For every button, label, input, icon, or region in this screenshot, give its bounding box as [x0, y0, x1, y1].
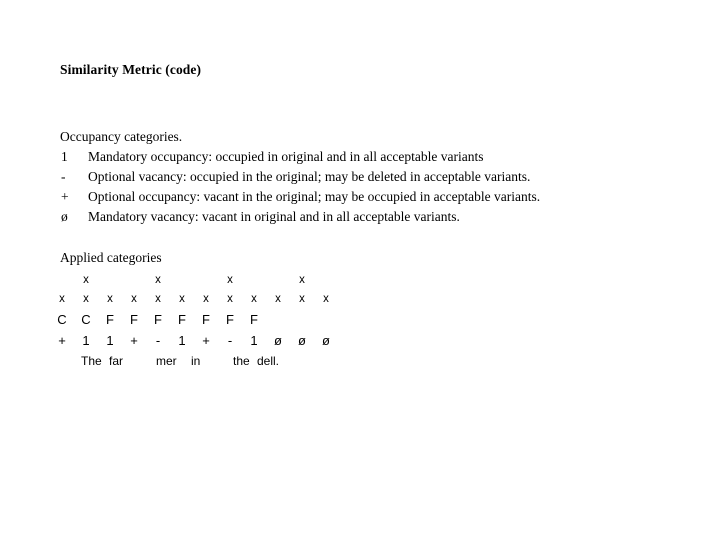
cf-cell: F — [130, 312, 138, 327]
lyric-syllable: far — [109, 354, 124, 368]
code-cell: + — [202, 333, 210, 348]
code-cell: 1 — [82, 333, 90, 348]
cf-cell: F — [106, 312, 114, 327]
position-mark: x — [107, 293, 113, 305]
occupancy-row: ø Mandatory vacancy: vacant in original … — [60, 207, 660, 227]
occupancy-marker: ø — [61, 209, 68, 224]
occupancy-description: Optional occupancy: vacant in the origin… — [88, 189, 541, 204]
occupancy-marker: 1 — [61, 149, 68, 164]
code-cell: 1 — [178, 333, 186, 348]
position-mark: x — [323, 293, 329, 305]
occupancy-marker: - — [61, 169, 66, 184]
position-mark: x — [299, 293, 305, 305]
applied-categories-heading: Applied categories — [60, 250, 162, 265]
code-cell: - — [227, 333, 233, 348]
page-title: Similarity Metric (code) — [60, 62, 202, 77]
code-cell: + — [130, 333, 138, 348]
position-mark: x — [83, 293, 89, 305]
cf-cell: C — [81, 312, 91, 327]
occupancy-heading: Occupancy categories. — [60, 129, 183, 144]
position-mark: x — [203, 293, 209, 305]
code-cell: ø — [298, 333, 306, 348]
position-mark: x — [131, 293, 137, 305]
cf-cell: F — [202, 312, 210, 327]
occupancy-row: + Optional occupancy: vacant in the orig… — [60, 187, 660, 207]
occupancy-row: - Optional vacancy: occupied in the orig… — [60, 167, 660, 187]
grid-row-lyric: The far mer in the dell. — [60, 351, 279, 371]
cf-cell: F — [250, 312, 258, 327]
position-mark: x — [275, 293, 281, 305]
cf-cell: F — [226, 312, 234, 327]
stress-mark: x — [83, 274, 89, 286]
cf-cell: F — [178, 312, 186, 327]
occupancy-description: Mandatory occupancy: occupied in origina… — [88, 149, 484, 164]
stress-mark: x — [155, 274, 161, 286]
stress-mark: x — [299, 274, 305, 286]
lyric-syllable: The — [81, 354, 102, 368]
code-cell: + — [58, 333, 66, 348]
grid-row-cf: CCFFFFFFF — [57, 309, 258, 330]
lyric-syllable: in — [191, 354, 201, 368]
grid-row-position-marks: xxxxxxxxxxxx — [59, 289, 329, 309]
lyric-syllable: mer — [156, 354, 177, 368]
occupancy-description: Optional vacancy: occupied in the origin… — [88, 169, 531, 184]
occupancy-categories-section: Occupancy categories. 1 Mandatory occupa… — [60, 127, 660, 227]
grid-row-codes: +1 1 + - 1 + - 1 ø ø ø — [58, 330, 330, 351]
occupancy-grid: xxxx xxxxxxxxxxxx CCFFFFFFF +1 1 + -1 + -1 ø ø ø… — [57, 271, 330, 371]
grid-row-stress-marks: xxxx — [60, 271, 305, 289]
position-mark: x — [227, 293, 233, 305]
occupancy-description: Mandatory vacancy: vacant in original an… — [88, 209, 460, 224]
code-cell: ø — [322, 333, 330, 348]
code-cell: - — [155, 333, 161, 348]
lyric-syllable: dell. — [257, 354, 280, 368]
position-mark: x — [155, 293, 161, 305]
position-mark: x — [179, 293, 185, 305]
occupancy-marker: + — [61, 189, 69, 204]
cf-cell: C — [57, 312, 67, 327]
code-cell: 1 — [106, 333, 114, 348]
position-mark: x — [59, 293, 65, 305]
lyric-syllable: the — [233, 354, 250, 368]
code-cell: ø — [274, 333, 282, 348]
applied-categories-section: Applied categories xxxx xxxxxxxxxxxx CCF… — [57, 248, 330, 371]
stress-mark: x — [227, 274, 233, 286]
position-mark: x — [251, 293, 257, 305]
cf-cell: F — [154, 312, 162, 327]
slide-canvas: Similarity Metric (code) Occupancy categ… — [0, 0, 720, 540]
code-cell: 1 — [250, 333, 258, 348]
occupancy-row: 1 Mandatory occupancy: occupied in origi… — [60, 147, 660, 167]
